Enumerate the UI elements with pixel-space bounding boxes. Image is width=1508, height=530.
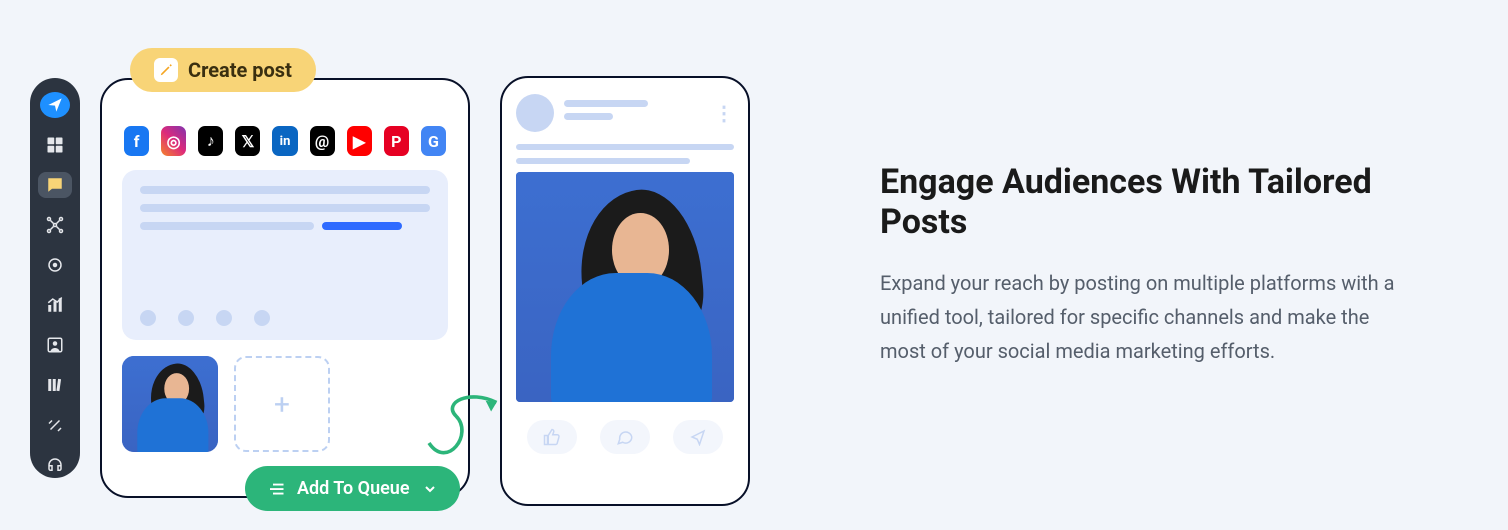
more-icon[interactable]: ⋮ bbox=[714, 101, 734, 125]
caption-textarea[interactable] bbox=[122, 170, 448, 340]
channel-tiktok-icon[interactable]: ♪ bbox=[198, 126, 223, 156]
product-illustration: Create post f ◎ ♪ 𝕏 in @ ▶ P G bbox=[0, 0, 780, 530]
add-to-queue-button[interactable]: Add To Queue bbox=[245, 466, 460, 511]
plus-icon: + bbox=[274, 388, 290, 421]
toolbar-dot[interactable] bbox=[140, 310, 156, 326]
section-body: Expand your reach by posting on multiple… bbox=[880, 266, 1400, 368]
share-button[interactable] bbox=[673, 420, 723, 454]
channel-pinterest-icon[interactable]: P bbox=[384, 126, 409, 156]
channel-facebook-icon[interactable]: f bbox=[124, 126, 149, 156]
toolbar-dot[interactable] bbox=[178, 310, 194, 326]
library-icon[interactable] bbox=[38, 372, 72, 398]
app-sidebar bbox=[30, 78, 80, 478]
queue-label: Add To Queue bbox=[297, 478, 410, 499]
support-icon[interactable] bbox=[38, 452, 72, 478]
toolbar-dot[interactable] bbox=[254, 310, 270, 326]
channel-google-icon[interactable]: G bbox=[421, 126, 446, 156]
avatar bbox=[516, 94, 554, 132]
channel-x-icon[interactable]: 𝕏 bbox=[235, 126, 260, 156]
pencil-icon bbox=[154, 58, 178, 82]
marketing-copy: Engage Audiences With Tailored Posts Exp… bbox=[780, 162, 1400, 368]
like-button[interactable] bbox=[527, 420, 577, 454]
placeholder-line bbox=[564, 113, 613, 120]
placeholder-line bbox=[140, 186, 430, 194]
analytics-icon[interactable] bbox=[38, 292, 72, 318]
channel-instagram-icon[interactable]: ◎ bbox=[161, 126, 186, 156]
toolbar-dot[interactable] bbox=[216, 310, 232, 326]
add-media-button[interactable]: + bbox=[234, 356, 330, 452]
preview-image bbox=[516, 172, 734, 402]
media-thumbnail[interactable] bbox=[122, 356, 218, 452]
placeholder-line bbox=[564, 100, 648, 107]
create-post-label: Create post bbox=[188, 58, 292, 82]
placeholder-line bbox=[516, 144, 734, 150]
channel-youtube-icon[interactable]: ▶ bbox=[347, 126, 372, 156]
section-heading: Engage Audiences With Tailored Posts bbox=[880, 162, 1400, 242]
post-preview-card: ⋮ bbox=[500, 76, 750, 506]
tools-icon[interactable] bbox=[38, 412, 72, 438]
composer-card: f ◎ ♪ 𝕏 in @ ▶ P G bbox=[100, 78, 470, 498]
comment-button[interactable] bbox=[600, 420, 650, 454]
placeholder-line bbox=[140, 204, 430, 212]
posts-icon[interactable] bbox=[38, 172, 72, 198]
channel-threads-icon[interactable]: @ bbox=[310, 126, 335, 156]
placeholder-line bbox=[140, 222, 314, 230]
placeholder-line bbox=[516, 158, 690, 164]
connections-icon[interactable] bbox=[38, 212, 72, 238]
text-cursor bbox=[322, 222, 402, 230]
flow-arrow-icon bbox=[420, 380, 510, 470]
create-post-badge[interactable]: Create post bbox=[130, 48, 316, 92]
channel-linkedin-icon[interactable]: in bbox=[272, 126, 297, 156]
queue-icon bbox=[267, 482, 285, 496]
profile-icon[interactable] bbox=[38, 332, 72, 358]
location-icon[interactable] bbox=[38, 252, 72, 278]
navigate-icon[interactable] bbox=[40, 92, 70, 118]
chevron-down-icon bbox=[422, 481, 438, 497]
channel-selector: f ◎ ♪ 𝕏 in @ ▶ P G bbox=[122, 120, 448, 170]
dashboard-icon[interactable] bbox=[38, 132, 72, 158]
